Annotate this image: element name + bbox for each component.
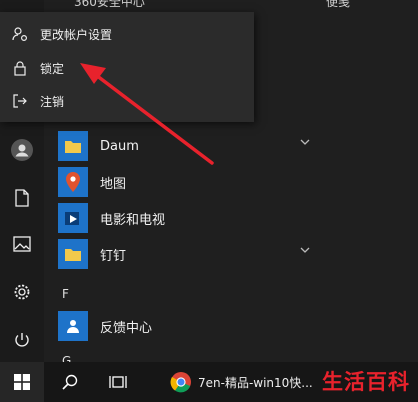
windows-start-icon bbox=[14, 374, 30, 390]
taskbar-app-label: 7en-精品-win10快... bbox=[198, 375, 313, 390]
search-button[interactable] bbox=[50, 362, 90, 402]
watermark-logo: 生活百科 bbox=[322, 370, 410, 394]
taskbar-app-chrome[interactable]: 7en-精品-win10快... bbox=[170, 362, 320, 402]
chrome-icon bbox=[170, 372, 191, 393]
task-view-icon bbox=[109, 376, 127, 388]
start-button[interactable] bbox=[0, 362, 44, 402]
task-view-button[interactable] bbox=[98, 362, 138, 402]
search-icon bbox=[62, 374, 78, 390]
annotation-arrow bbox=[80, 63, 214, 165]
